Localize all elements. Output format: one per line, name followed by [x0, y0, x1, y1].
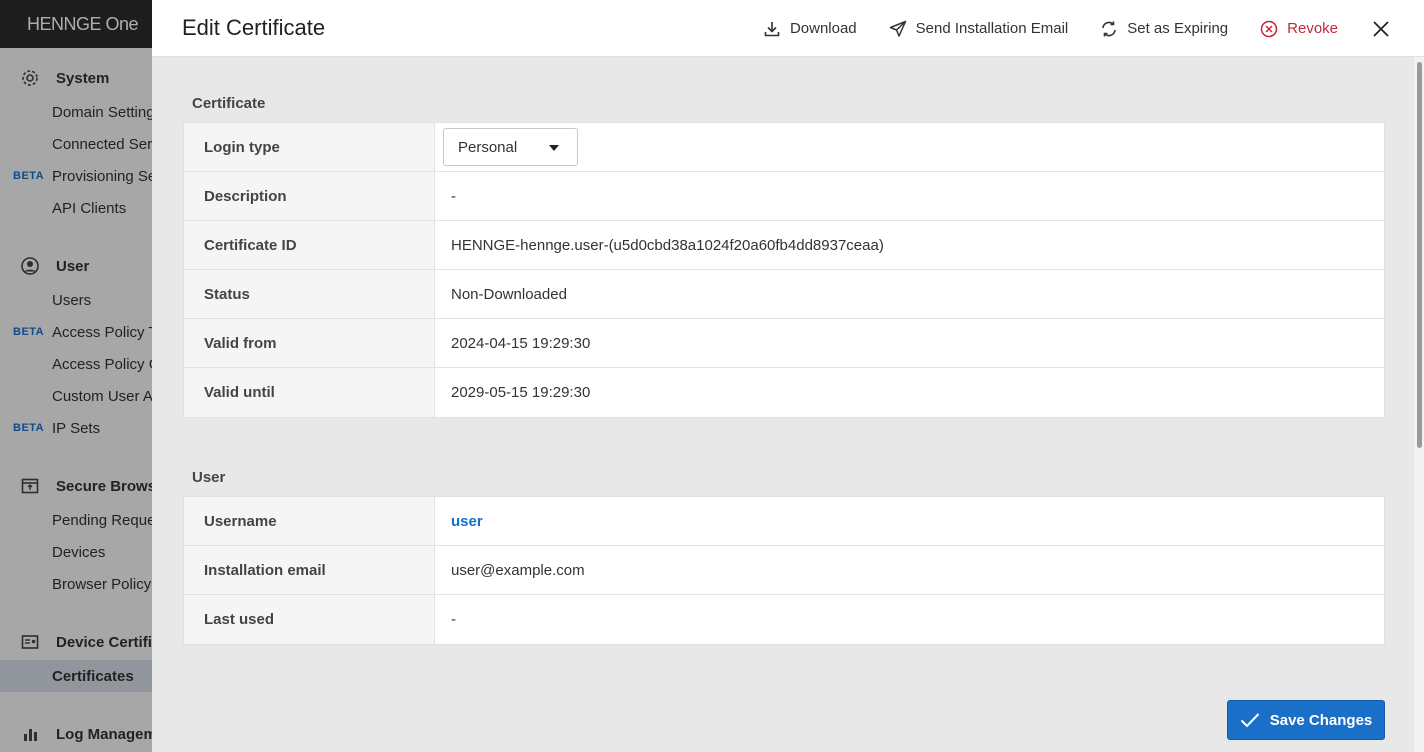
- download-button[interactable]: Download: [763, 20, 857, 38]
- username-link[interactable]: user: [451, 513, 483, 530]
- revoke-x-circle-icon: [1260, 20, 1278, 37]
- installation-email-value: user@example.com: [451, 561, 585, 579]
- table-row: Last used -: [184, 595, 1384, 644]
- table-row: Certificate ID HENNGE-hennge.user-(u5d0c…: [184, 221, 1384, 270]
- row-label: Installation email: [184, 546, 435, 594]
- certificate-section-title: Certificate: [192, 95, 266, 112]
- modal-backdrop[interactable]: [0, 0, 152, 752]
- modal-title: Edit Certificate: [182, 15, 326, 40]
- caret-down-icon: [549, 145, 559, 151]
- scrollbar-thumb[interactable]: [1417, 62, 1422, 448]
- valid-until-value: 2029-05-15 19:29:30: [451, 384, 591, 401]
- row-label: Description: [184, 172, 435, 220]
- description-value: -: [451, 187, 456, 205]
- table-row: Username user: [184, 497, 1384, 546]
- user-details-table: Username user Installation email user@ex…: [183, 496, 1385, 645]
- header-actions: Download Send Installation Email Set as …: [763, 0, 1424, 57]
- row-value: Personal: [435, 123, 1384, 171]
- certificate-details-table: Login type Personal Description - Certif…: [183, 122, 1385, 418]
- send-installation-email-button[interactable]: Send Installation Email: [889, 20, 1068, 38]
- table-row: Status Non-Downloaded: [184, 270, 1384, 319]
- save-changes-button[interactable]: Save Changes: [1227, 700, 1385, 740]
- set-as-expiring-button[interactable]: Set as Expiring: [1100, 20, 1228, 38]
- table-row: Description -: [184, 172, 1384, 221]
- login-type-select[interactable]: Personal: [443, 128, 578, 166]
- last-used-value: -: [451, 611, 456, 628]
- send-paper-plane-icon: [889, 20, 906, 37]
- table-row: Installation email user@example.com: [184, 546, 1384, 595]
- login-type-selected: Personal: [458, 138, 518, 156]
- close-icon: [1373, 20, 1389, 37]
- table-row: Login type Personal: [184, 123, 1384, 172]
- row-label: Certificate ID: [184, 221, 435, 269]
- row-label: Valid until: [184, 368, 435, 417]
- row-value: user: [435, 497, 1384, 545]
- edit-certificate-modal: Edit Certificate Download Send Installat…: [152, 0, 1424, 752]
- table-row: Valid from 2024-04-15 19:29:30: [184, 319, 1384, 368]
- row-label: Last used: [184, 595, 435, 644]
- row-label: Status: [184, 270, 435, 318]
- row-label: Username: [184, 497, 435, 545]
- refresh-arrows-icon: [1102, 21, 1117, 36]
- close-modal-button[interactable]: [1370, 18, 1392, 40]
- valid-from-value: 2024-04-15 19:29:30: [451, 334, 591, 352]
- user-section-title: User: [192, 469, 226, 486]
- revoke-button[interactable]: Revoke: [1260, 20, 1338, 38]
- modal-header: Edit Certificate Download Send Installat…: [152, 0, 1424, 57]
- checkmark-icon: [1240, 713, 1259, 728]
- table-row: Valid until 2029-05-15 19:29:30: [184, 368, 1384, 417]
- download-icon: [764, 21, 780, 36]
- certificate-id-value: HENNGE-hennge.user-(u5d0cbd38a1024f20a60…: [451, 236, 884, 254]
- row-label: Login type: [184, 123, 435, 171]
- status-value: Non-Downloaded: [451, 285, 567, 303]
- row-label: Valid from: [184, 319, 435, 367]
